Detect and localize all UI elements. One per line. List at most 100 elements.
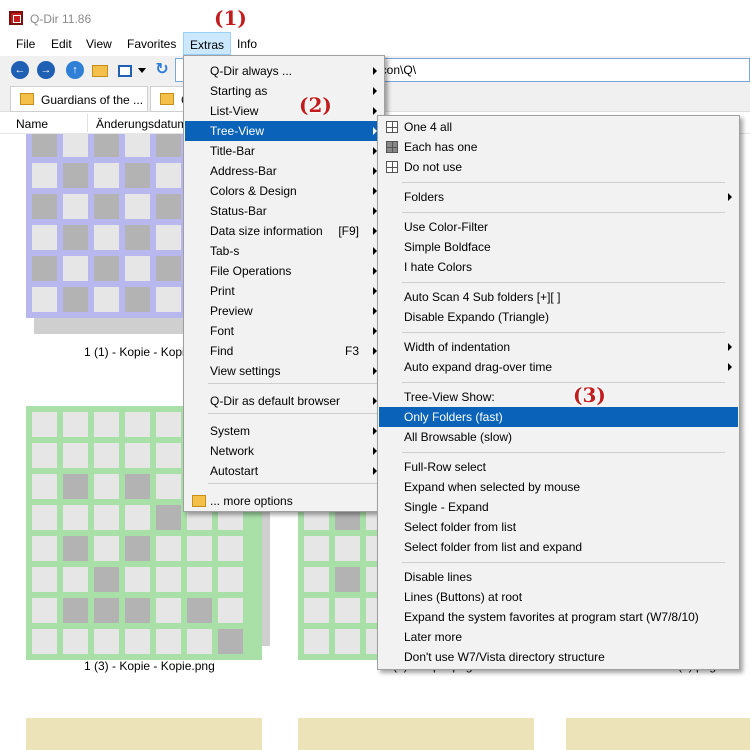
menu-item-label: Starting as [210,84,268,98]
treeview-menu-item-width-of-indentation[interactable]: Width of indentation [379,337,738,357]
treeview-menu-item-all-browsable-slow[interactable]: All Browsable (slow) [379,427,738,447]
tab-guardians[interactable]: Guardians of the ... [10,86,148,112]
qdir-app-icon [9,11,23,25]
refresh-icon[interactable]: ↻ [153,61,171,79]
menu-favorites[interactable]: Favorites [127,37,176,51]
extras-menu-item-title-bar[interactable]: Title-Bar [185,141,383,161]
menu-item-label: Full-Row select [404,460,487,474]
treeview-menu-item-simple-boldface[interactable]: Simple Boldface [379,237,738,257]
menu-separator [208,383,380,384]
column-changed-header[interactable]: Änderungsdatum [96,117,187,131]
thumbnail-cell [32,256,57,281]
extras-menu-item-address-bar[interactable]: Address-Bar [185,161,383,181]
view-mode-icon[interactable] [118,65,132,77]
menu-item-label: Select folder from list [404,520,517,534]
column-separator[interactable] [87,114,88,132]
extras-menu-item-autostart[interactable]: Autostart [185,461,383,481]
treeview-menu-item-lines-buttons-at-root[interactable]: Lines (Buttons) at root [379,587,738,607]
extras-menu-item-view-settings[interactable]: View settings [185,361,383,381]
treeview-menu-item-expand-when-selected-by-mouse[interactable]: Expand when selected by mouse [379,477,738,497]
treeview-menu-item-only-folders-fast[interactable]: Only Folders (fast) [379,407,738,427]
extras-menu-item-font[interactable]: Font [185,321,383,341]
extras-menu-item-starting-as[interactable]: Starting as [185,81,383,101]
menu-separator [402,562,725,563]
extras-menu-item-system[interactable]: System [185,421,383,441]
treeview-menu-item-i-hate-colors[interactable]: I hate Colors [379,257,738,277]
thumbnail-cell [94,598,119,623]
menu-bar: File Edit View Favorites Extras Info [0,31,750,56]
menu-item-label: Later more [404,630,463,644]
treeview-menu-item-one-4-all[interactable]: One 4 all [379,117,738,137]
thumbnail-cell [218,629,243,654]
annotation-1: (1) [214,6,247,30]
menu-item-label: Data size information [210,224,323,238]
menu-info[interactable]: Info [237,37,257,51]
view-dropdown-icon[interactable] [138,68,146,73]
treeview-menu-item-each-has-one[interactable]: Each has one [379,137,738,157]
treeview-menu-item-expand-the-system-favorites-at-program-start-w7-8-10[interactable]: Expand the system favorites at program s… [379,607,738,627]
thumbnail-cell [94,443,119,468]
thumbnail-cell [63,567,88,592]
column-name-header[interactable]: Name [16,117,48,131]
treeview-menu-item-auto-expand-drag-over-time[interactable]: Auto expand drag-over time [379,357,738,377]
back-arrow-icon[interactable]: ← [11,61,29,79]
thumbnail-cell [63,505,88,530]
extras-menu-item-file-operations[interactable]: File Operations [185,261,383,281]
menu-item-label: Auto expand drag-over time [404,360,553,374]
thumbnail-cell [94,412,119,437]
treeview-menu-item-use-color-filter[interactable]: Use Color-Filter [379,217,738,237]
thumbnail-cell [125,505,150,530]
thumbnail-cell [125,443,150,468]
extras-menu-item-print[interactable]: Print [185,281,383,301]
treeview-menu-item-don-t-use-w7-vista-directory-structure[interactable]: Don't use W7/Vista directory structure [379,647,738,667]
treeview-menu-item-select-folder-from-list-and-expand[interactable]: Select folder from list and expand [379,537,738,557]
thumbnail-cell [156,412,181,437]
extras-menu-item-q-dir-as-default-browser[interactable]: Q-Dir as default browser [185,391,383,411]
extras-menu-item-tab-s[interactable]: Tab-s [185,241,383,261]
extras-menu-item-tree-view[interactable]: Tree-View [185,121,383,141]
file-name[interactable]: 1 (3) - Kopie - Kopie.png [84,659,215,673]
thumbnail-cell [156,474,181,499]
extras-menu-item-preview[interactable]: Preview [185,301,383,321]
treeview-menu-item-single-expand[interactable]: Single - Expand [379,497,738,517]
extras-menu-item-list-view[interactable]: List-View [185,101,383,121]
menu-file[interactable]: File [16,37,35,51]
up-folder-icon[interactable]: ↑ [66,61,84,79]
file-name[interactable]: 1 (1) - Kopie - Kopie [84,345,191,359]
extras-menu-item-more-options[interactable]: ... more options [185,491,383,511]
menu-item-label: I hate Colors [404,260,473,274]
treeview-menu-item-auto-scan-4-sub-folders[interactable]: Auto Scan 4 Sub folders [+][ ] [379,287,738,307]
forward-arrow-icon[interactable]: → [37,61,55,79]
menu-item-label: Disable lines [404,570,473,584]
treeview-menu-item-do-not-use[interactable]: Do not use [379,157,738,177]
extras-menu-item-colors-design[interactable]: Colors & Design [185,181,383,201]
menu-item-label: View settings [210,364,281,378]
treeview-menu-item-folders[interactable]: Folders [379,187,738,207]
treeview-menu-item-later-more[interactable]: Later more [379,627,738,647]
extras-menu-item-find[interactable]: Find F3 [185,341,383,361]
treeview-menu-item-full-row-select[interactable]: Full-Row select [379,457,738,477]
thumbnail-cell [94,474,119,499]
treeview-menu-item-disable-expando-triangle[interactable]: Disable Expando (Triangle) [379,307,738,327]
new-folder-icon[interactable] [92,65,108,77]
menu-extras[interactable]: Extras [183,32,232,55]
extras-menu: Q-Dir always ... Starting as List-View Tree… [183,55,385,512]
extras-menu-item-network[interactable]: Network [185,441,383,461]
thumbnail-cell [156,287,181,312]
menu-item-label: Tree-View [210,124,265,138]
treeview-menu-item-select-folder-from-list[interactable]: Select folder from list [379,517,738,537]
extras-menu-item-data-size-information[interactable]: Data size information [F9] [185,221,383,241]
extras-menu-item-q-dir-always[interactable]: Q-Dir always ... [185,61,383,81]
menu-item-shortcut: [F9] [338,224,359,238]
menu-edit[interactable]: Edit [51,37,72,51]
thumbnail-cell [218,567,243,592]
annotation-2: (2) [299,93,332,117]
thumbnail-cell [304,536,329,561]
treeview-menu-item-disable-lines[interactable]: Disable lines [379,567,738,587]
menu-view[interactable]: View [86,37,112,51]
menu-item-label: Width of indentation [404,340,511,354]
extras-menu-item-status-bar[interactable]: Status-Bar [185,201,383,221]
treeview-menu-item-tree-view-show: Tree-View Show: [379,387,738,407]
menu-item-label: ... more options [210,494,293,508]
tree-view-submenu: One 4 all Each has one Do not use Folders Us… [377,115,740,670]
